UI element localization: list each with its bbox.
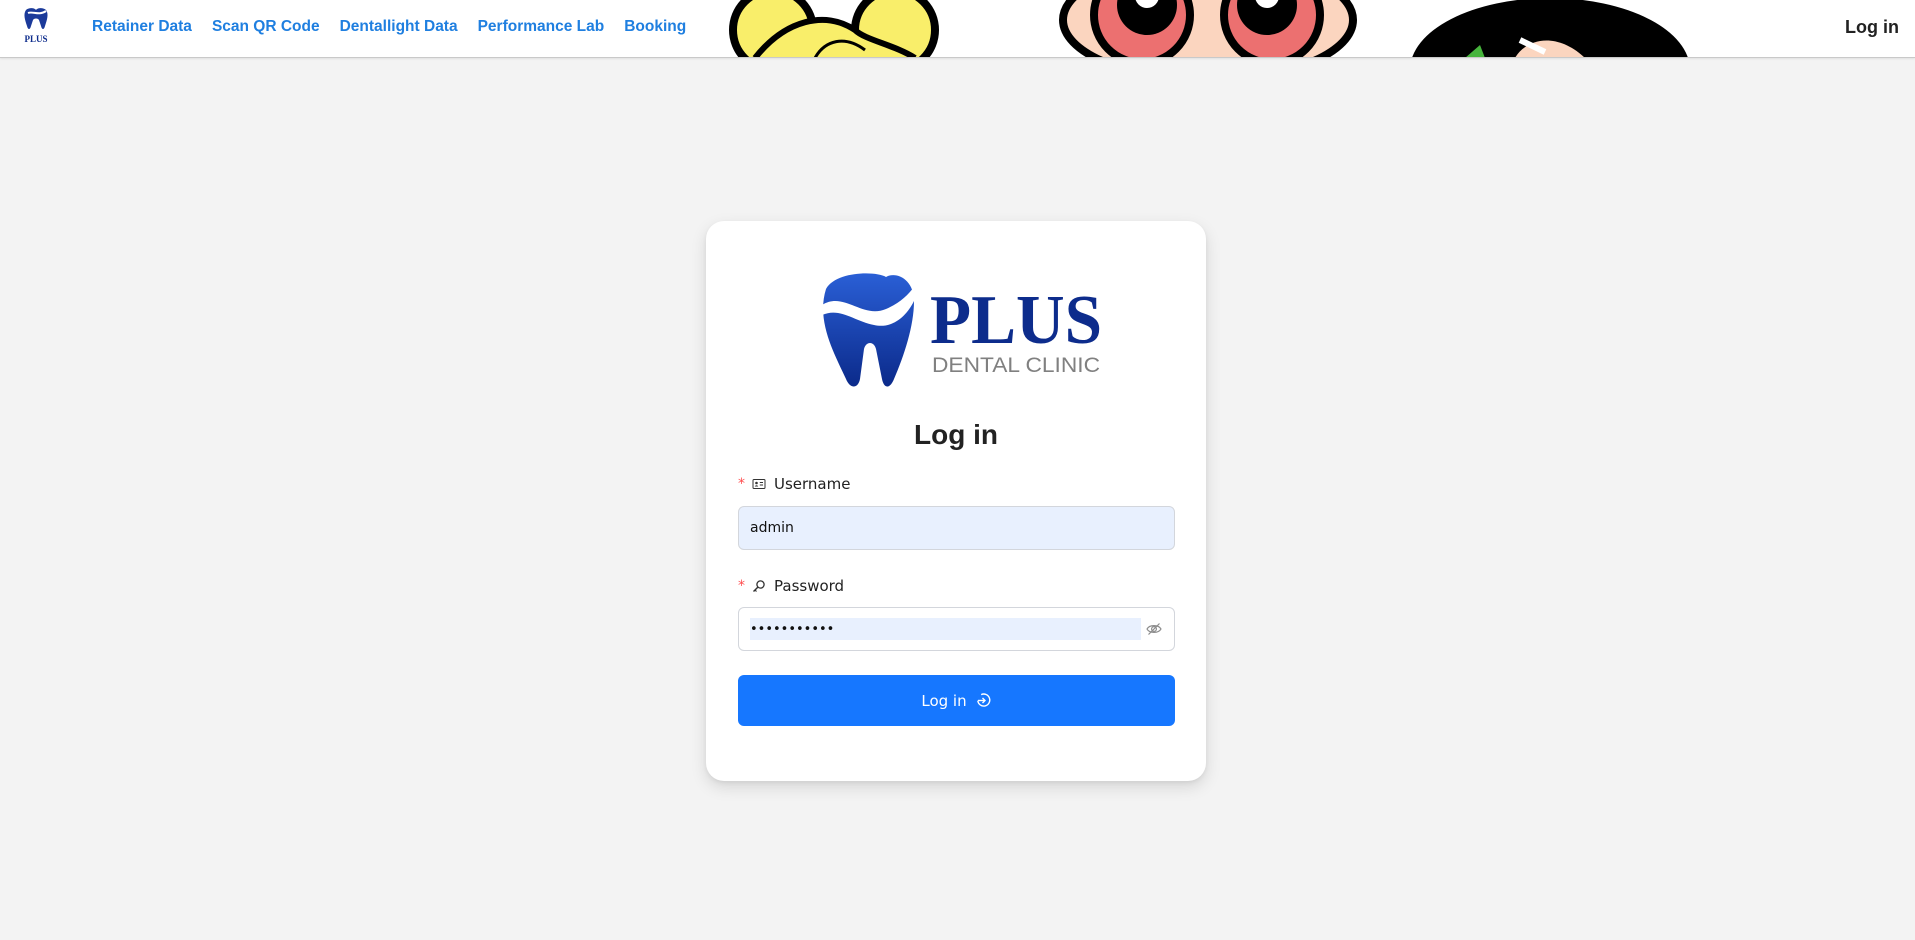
svg-text:DENTAL CLINIC: DENTAL CLINIC xyxy=(932,354,1100,377)
cartoon-banner-image xyxy=(729,0,1688,57)
password-value: ••••••••••• xyxy=(750,618,1141,640)
header-login-link[interactable]: Log in xyxy=(1845,17,1899,38)
login-submit-button[interactable]: Log in xyxy=(738,675,1175,726)
username-label-text: Username xyxy=(774,475,851,493)
plus-dental-clinic-logo: PLUS DENTAL CLINIC xyxy=(822,273,1102,387)
key-icon xyxy=(753,580,765,592)
password-input[interactable]: ••••••••••• xyxy=(738,607,1175,651)
nav-scan-qr-code[interactable]: Scan QR Code xyxy=(212,18,320,36)
svg-text:PLUS: PLUS xyxy=(930,282,1102,359)
required-marker: * xyxy=(738,476,745,492)
login-card: PLUS DENTAL CLINIC Log in * Username adm… xyxy=(706,221,1206,781)
username-input[interactable]: admin xyxy=(738,506,1175,550)
password-label-text: Password xyxy=(774,577,845,595)
nav-links: Retainer Data Scan QR Code Dentallight D… xyxy=(92,18,686,36)
id-card-icon xyxy=(752,479,766,489)
nav-retainer-data[interactable]: Retainer Data xyxy=(92,18,192,36)
login-title: Log in xyxy=(914,419,998,450)
eye-invisible-icon[interactable] xyxy=(1145,620,1163,638)
plus-logo-icon[interactable]: PLUS xyxy=(19,6,53,46)
username-value: admin xyxy=(750,520,794,536)
nav-performance-lab[interactable]: Performance Lab xyxy=(478,18,605,36)
top-navbar: PLUS Retainer Data Scan QR Code Dentalli… xyxy=(0,0,1915,58)
username-label: * Username xyxy=(738,475,850,493)
login-icon xyxy=(976,693,991,707)
password-label: * Password xyxy=(738,577,844,595)
required-marker: * xyxy=(738,578,745,594)
login-button-label: Log in xyxy=(921,691,967,710)
nav-dentallight-data[interactable]: Dentallight Data xyxy=(340,18,458,36)
nav-booking[interactable]: Booking xyxy=(624,18,686,36)
svg-text:PLUS: PLUS xyxy=(24,34,47,44)
